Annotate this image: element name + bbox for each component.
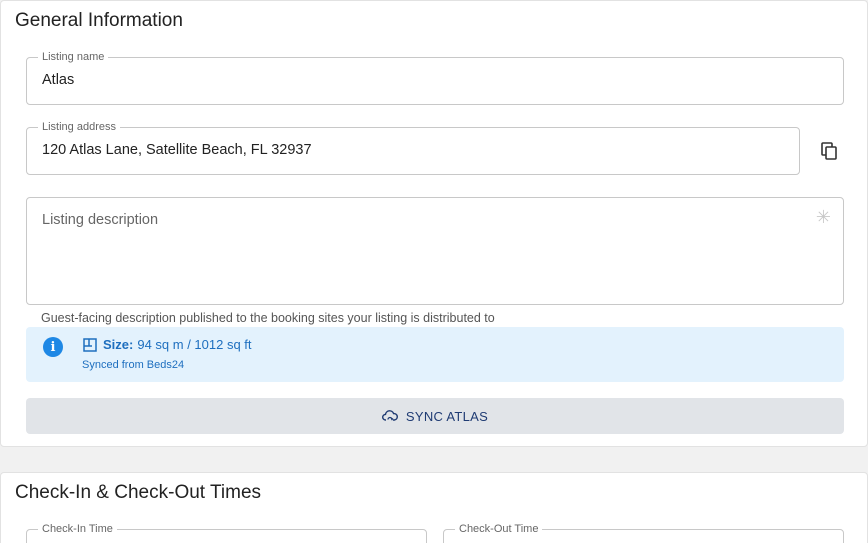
checkout-time-label: Check-Out Time	[455, 523, 543, 535]
synced-source-text: Synced from Beds24	[82, 359, 185, 371]
listing-address-label: Listing address	[38, 121, 120, 133]
listing-address-field[interactable]: Listing address 120 Atlas Lane, Satellit…	[26, 121, 800, 175]
checkin-time-field[interactable]: Check-In Time	[26, 523, 427, 543]
checkin-checkout-card: Check-In & Check-Out Times Check-In Time…	[0, 472, 868, 543]
size-line: Size: 94 sq m / 1012 sq ft	[83, 337, 252, 352]
sync-button-label: SYNC ATLAS	[405, 408, 489, 424]
size-label: Size:	[103, 337, 134, 352]
copy-icon	[821, 142, 837, 160]
checkin-checkout-title: Check-In & Check-Out Times	[15, 482, 262, 503]
listing-description-placeholder: Listing description	[42, 212, 159, 228]
checkin-time-label: Check-In Time	[38, 523, 117, 535]
info-icon: i	[43, 337, 63, 357]
listing-name-value[interactable]: Atlas	[42, 72, 74, 88]
listing-name-label: Listing name	[38, 51, 109, 63]
copy-address-button[interactable]	[816, 138, 842, 164]
checkout-time-field[interactable]: Check-Out Time	[443, 523, 844, 543]
description-helper-text: Guest-facing description published to th…	[41, 311, 495, 325]
general-information-card: General Information Listing name Atlas L…	[0, 0, 868, 447]
listing-name-field[interactable]: Listing name Atlas	[26, 51, 844, 105]
size-value: 94 sq m / 1012 sq ft	[137, 337, 252, 352]
size-info-alert: i Size: 94 sq m / 1012 sq ft Synced from…	[26, 327, 844, 382]
general-information-title: General Information	[15, 10, 183, 31]
listing-description-field[interactable]: Listing description ✳	[26, 197, 844, 305]
floorplan-icon	[83, 337, 97, 352]
cloud-sync-icon	[381, 410, 398, 421]
sparkle-icon[interactable]: ✳	[816, 208, 831, 226]
listing-address-value[interactable]: 120 Atlas Lane, Satellite Beach, FL 3293…	[42, 142, 312, 158]
sync-listing-button[interactable]: SYNC ATLAS	[26, 398, 844, 434]
